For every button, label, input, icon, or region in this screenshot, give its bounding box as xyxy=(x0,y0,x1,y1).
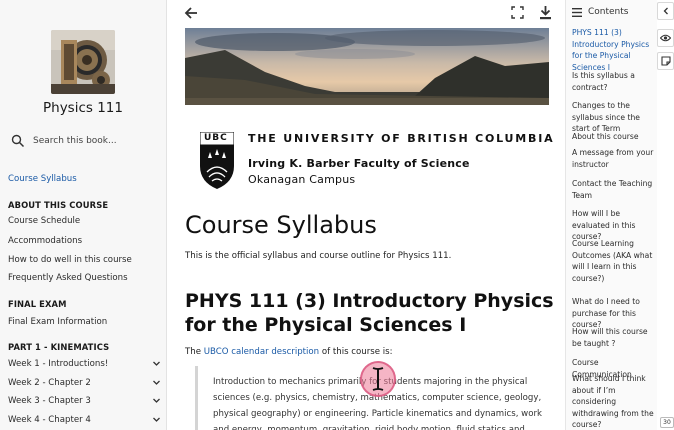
nav-section-final-exam: FINAL EXAM xyxy=(8,299,67,309)
calendar-prefix: The xyxy=(185,347,204,357)
institution-name: THE UNIVERSITY OF BRITISH COLUMBIA xyxy=(248,132,555,145)
nav-item-how-to-do-well[interactable]: How to do well in this course xyxy=(8,255,163,265)
chevron-left-icon xyxy=(663,7,668,15)
book-cover-image[interactable] xyxy=(51,30,115,94)
toc-item-outcomes[interactable]: Course Learning Outcomes (AKA what will … xyxy=(572,238,657,284)
contents-title: Contents xyxy=(588,7,629,17)
calendar-paragraph: The UBCO calendar description of this co… xyxy=(185,347,393,357)
page-counter-badge: 30 xyxy=(660,417,674,428)
toc-item-about[interactable]: About this course xyxy=(572,131,657,143)
search-input[interactable]: Search this book... xyxy=(33,136,117,146)
nav-item-week-1[interactable]: Week 1 - Introductions! xyxy=(8,359,163,369)
ubc-logo-text: UBC xyxy=(204,133,228,143)
chevron-down-icon[interactable] xyxy=(152,378,161,387)
nav-item-label: Week 2 - Chapter 2 xyxy=(8,378,91,388)
nav-item-accommodations[interactable]: Accommodations xyxy=(8,236,163,246)
search-box[interactable]: Search this book... xyxy=(8,132,158,150)
chevron-down-icon[interactable] xyxy=(152,415,161,424)
campus-name: Okanagan Campus xyxy=(248,173,356,186)
book-title[interactable]: Physics 111 xyxy=(0,100,166,116)
toc-item-phys111[interactable]: PHYS 111 (3) Introductory Physics for th… xyxy=(572,27,657,73)
intro-paragraph: This is the official syllabus and course… xyxy=(185,251,452,261)
fullscreen-icon[interactable] xyxy=(511,6,524,19)
notes-button[interactable] xyxy=(657,52,674,70)
nav-item-course-syllabus[interactable]: Course Syllabus xyxy=(8,174,163,184)
nav-item-week-2[interactable]: Week 2 - Chapter 2 xyxy=(8,378,163,388)
text-cursor-highlight xyxy=(360,361,396,397)
nav-item-course-schedule[interactable]: Course Schedule xyxy=(8,216,163,226)
i-beam-cursor-icon xyxy=(372,367,384,391)
toc-item-taught[interactable]: How will this course be taught ? xyxy=(572,326,657,349)
collapse-panel-button[interactable] xyxy=(657,2,674,20)
tool-rail xyxy=(657,0,674,430)
contents-header[interactable]: Contents xyxy=(569,4,657,20)
search-icon xyxy=(11,134,25,148)
contents-panel: Contents PHYS 111 (3) Introductory Physi… xyxy=(565,0,657,430)
calendar-description-link[interactable]: UBCO calendar description xyxy=(204,347,319,357)
toc-item-changes[interactable]: Changes to the syllabus since the start … xyxy=(572,100,657,135)
calendar-suffix: of this course is: xyxy=(319,347,393,357)
nav-item-week-4[interactable]: Week 4 - Chapter 4 xyxy=(8,415,163,425)
eye-icon xyxy=(660,34,671,42)
faculty-name: Irving K. Barber Faculty of Science xyxy=(248,157,470,170)
note-icon xyxy=(660,56,671,66)
nav-item-faq[interactable]: Frequently Asked Questions xyxy=(8,273,163,283)
nav-item-label: Week 4 - Chapter 4 xyxy=(8,415,91,425)
book-sidebar: Physics 111 Search this book... Course S… xyxy=(0,0,167,430)
toc-item-contract[interactable]: Is this syllabus a contract? xyxy=(572,70,657,93)
toc-item-withdrawing[interactable]: What should I think about if I’m conside… xyxy=(572,373,657,430)
menu-icon xyxy=(572,7,582,17)
nav-item-label: Week 3 - Chapter 3 xyxy=(8,396,91,406)
nav-section-kinematics: PART 1 - KINEMATICS xyxy=(8,342,110,352)
nav-item-label: Week 1 - Introductions! xyxy=(8,359,109,369)
page-title: Course Syllabus xyxy=(185,211,377,239)
nav-item-week-3[interactable]: Week 3 - Chapter 3 xyxy=(8,396,163,406)
reader-app: Physics 111 Search this book... Course S… xyxy=(0,0,674,430)
toc-item-contact[interactable]: Contact the Teaching Team xyxy=(572,178,657,201)
page-content: UBC THE UNIVERSITY OF BRITISH COLUMBIA I… xyxy=(167,0,565,430)
download-icon[interactable] xyxy=(539,5,552,20)
toc-item-message[interactable]: A message from your instructor xyxy=(572,147,657,170)
chevron-down-icon[interactable] xyxy=(152,396,161,405)
nav-section-about: ABOUT THIS COURSE xyxy=(8,200,109,210)
arrow-left-icon[interactable] xyxy=(184,6,198,20)
hero-landscape-image xyxy=(185,28,549,105)
ubc-wordmark: UBC THE UNIVERSITY OF BRITISH COLUMBIA I… xyxy=(199,131,553,190)
nav-item-final-exam-info[interactable]: Final Exam Information xyxy=(8,317,163,327)
view-toggle-button[interactable] xyxy=(657,29,674,47)
chevron-down-icon[interactable] xyxy=(152,359,161,368)
course-heading: PHYS 111 (3) Introductory Physics for th… xyxy=(185,290,554,336)
